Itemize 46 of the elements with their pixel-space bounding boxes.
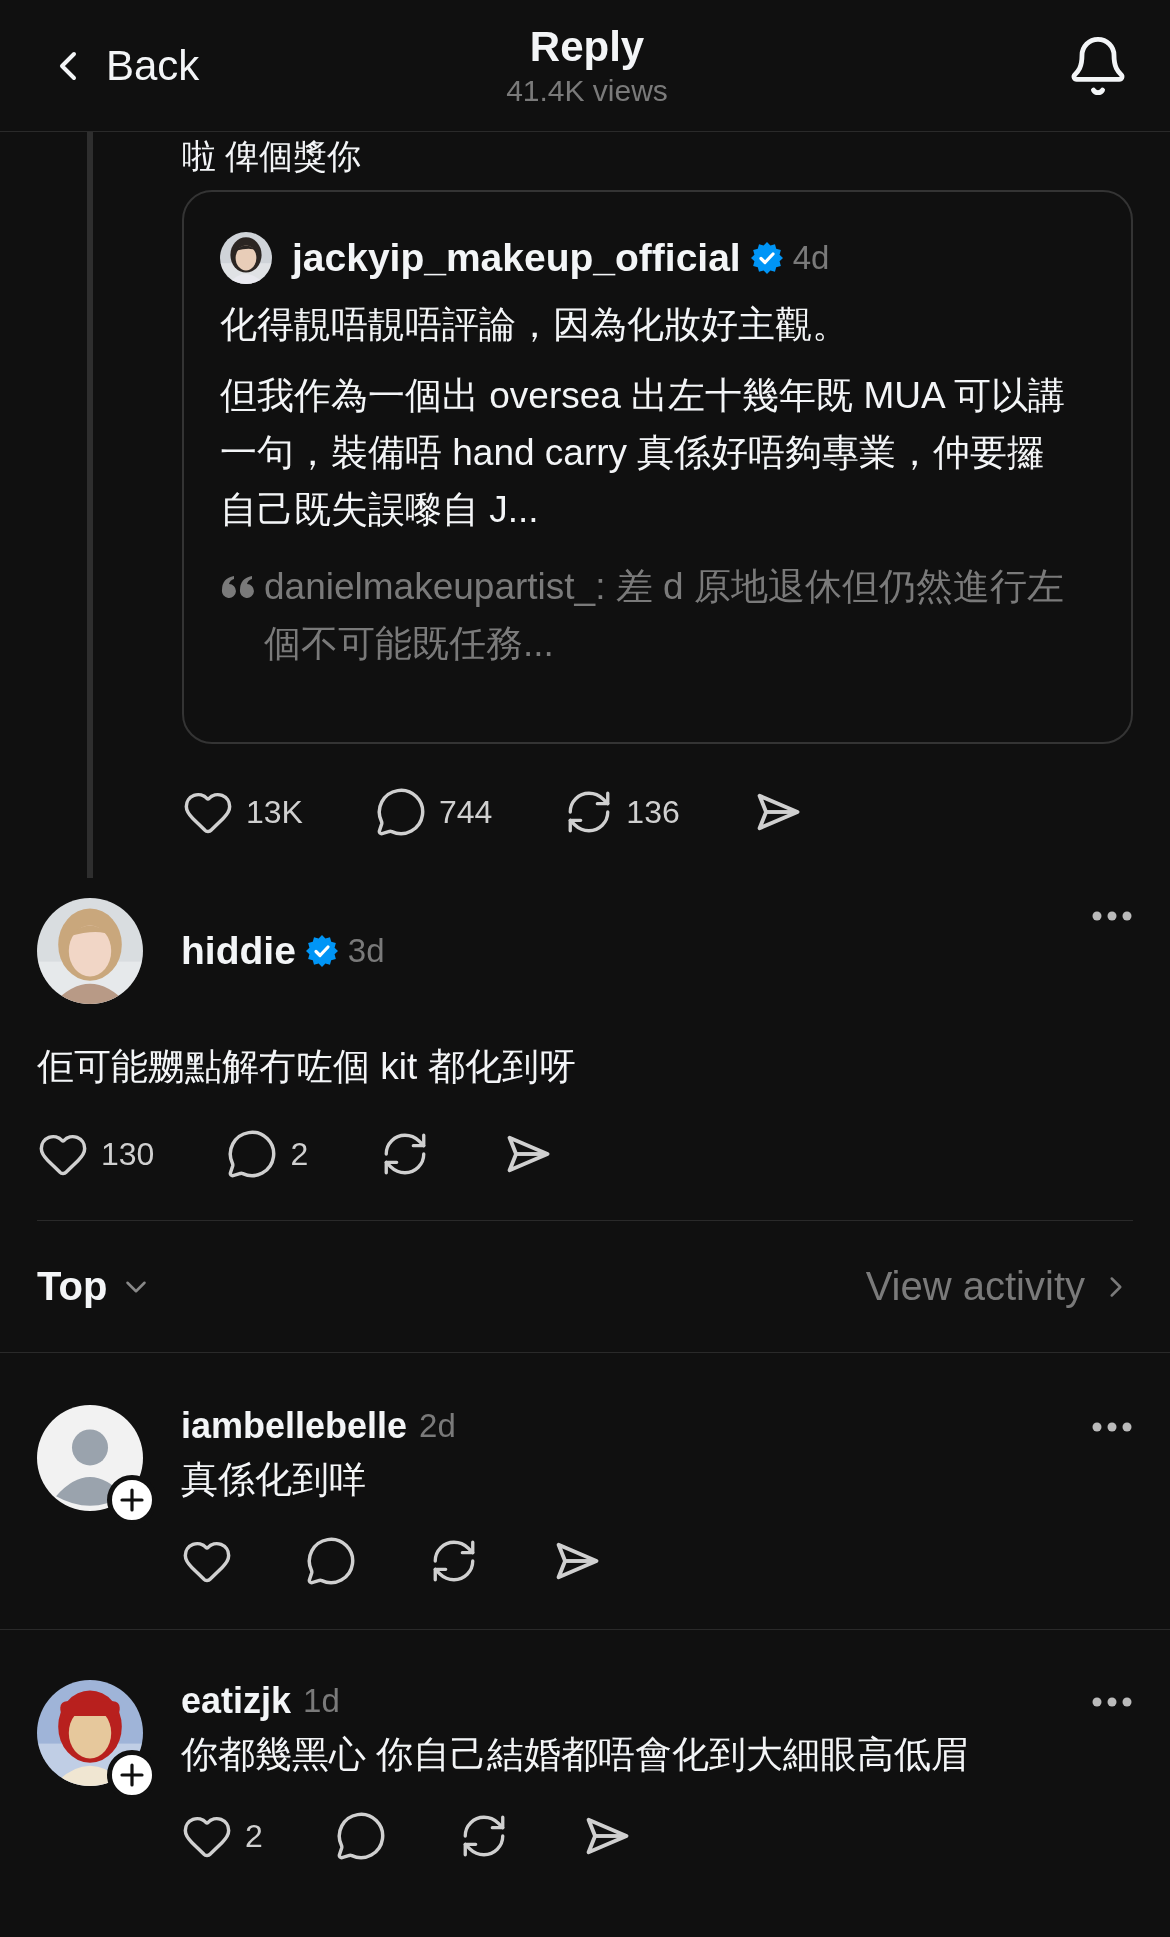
post-time: 3d bbox=[347, 932, 385, 970]
post-text: 但我作為一個出 oversea 出左十幾年既 MUA 可以講一句，裝備唔 hand carry 真係好唔夠專業，仲要攞自己既失誤嚟自 J... bbox=[220, 374, 1066, 532]
repost-count: 136 bbox=[626, 793, 680, 831]
back-button[interactable]: Back bbox=[44, 41, 200, 90]
comment-time: 1d bbox=[303, 1682, 340, 1720]
comment-icon bbox=[334, 1810, 387, 1862]
more-icon bbox=[1091, 1696, 1133, 1708]
username: hiddie bbox=[181, 929, 296, 973]
post-text: 化得靚唔靚唔評論，因為化妝好主觀。 bbox=[220, 303, 850, 347]
more-icon bbox=[1091, 1421, 1133, 1433]
comment-icon bbox=[374, 786, 427, 838]
like-count: 2 bbox=[245, 1817, 263, 1855]
comment-icon bbox=[305, 1535, 357, 1587]
like-button[interactable]: 13K bbox=[182, 784, 303, 840]
post-time: 4d bbox=[792, 239, 830, 277]
page-title: Reply bbox=[529, 21, 645, 72]
repost-button[interactable]: 136 bbox=[564, 784, 680, 840]
reply-button[interactable]: 744 bbox=[374, 784, 493, 840]
more-button[interactable] bbox=[1091, 1696, 1133, 1708]
reply-count: 744 bbox=[438, 793, 493, 831]
plus-icon bbox=[119, 1487, 145, 1513]
avatar-icon bbox=[37, 1405, 143, 1511]
username: eatizjk bbox=[181, 1680, 292, 1722]
username: jackyip_makeup_official bbox=[292, 236, 741, 280]
like-count: 130 bbox=[101, 1135, 155, 1173]
plus-icon bbox=[119, 1762, 145, 1788]
like-button[interactable]: 130 bbox=[37, 1126, 155, 1182]
sort-dropdown[interactable]: Top bbox=[37, 1264, 154, 1309]
more-icon bbox=[1091, 910, 1133, 922]
comment-text: 真係化到咩 bbox=[181, 1458, 367, 1502]
like-button[interactable]: 2 bbox=[181, 1808, 263, 1864]
view-activity-link[interactable]: View activity bbox=[865, 1264, 1133, 1309]
quoted-text: danielmakeupartist_: 差 d 原地退休但仍然進行左個不可能既任務... bbox=[264, 565, 1065, 666]
comment-text: 你都幾黑心 你自己結婚都唔會化到大細眼高低眉 bbox=[181, 1733, 970, 1777]
like-count: 13K bbox=[246, 793, 303, 831]
quote-icon bbox=[220, 574, 254, 598]
more-button[interactable] bbox=[1091, 910, 1133, 922]
reply-count: 2 bbox=[290, 1135, 309, 1173]
post-text: 佢可能嬲點解冇咗個 kit 都化到呀 bbox=[37, 1045, 577, 1089]
quoted-post-card[interactable]: jackyip_makeup_official 4d 化得靚唔靚唔評論，因為化妝好主觀。 但我作為一個出 oversea 出左十幾年既 MUA 可以講一句，裝備唔 hand carry 真係好唔夠專業，仲要攞自己既失誤嚟自 J... danielmakeupartist_: 差 d 原地退休但仍然進行左個不可能既任務... bbox=[182, 190, 1133, 744]
comment-time: 2d bbox=[419, 1407, 456, 1445]
reply-button[interactable]: 2 bbox=[226, 1126, 309, 1182]
username: iambellebelle bbox=[181, 1405, 408, 1447]
post-text: 啦 俾個獎你 bbox=[182, 136, 363, 176]
view-count: 41.4K views bbox=[506, 72, 668, 109]
more-button[interactable] bbox=[1091, 1421, 1133, 1433]
